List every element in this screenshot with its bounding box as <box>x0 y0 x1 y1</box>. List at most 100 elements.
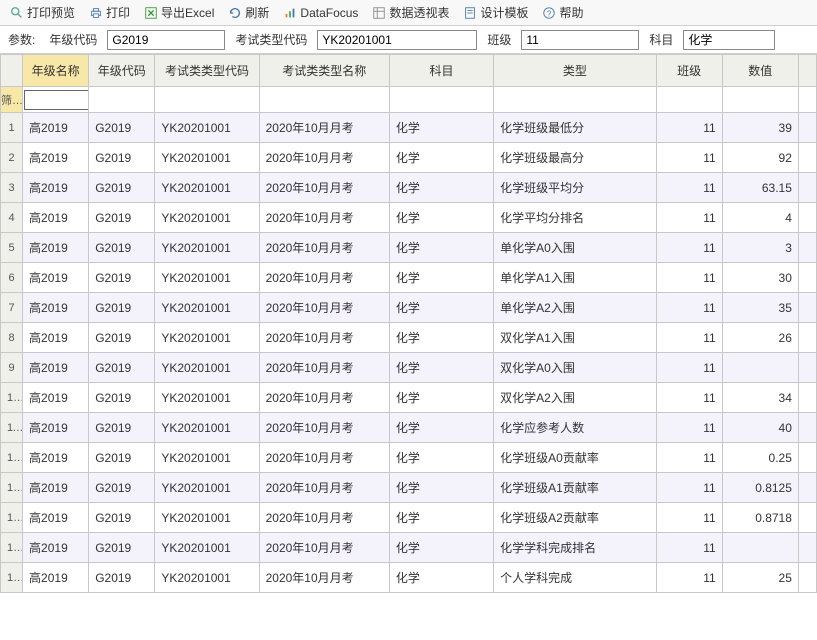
filter-grade-name-input[interactable] <box>24 90 89 110</box>
cell-grade-code[interactable]: G2019 <box>89 353 155 383</box>
cell-class[interactable]: 11 <box>656 113 722 143</box>
cell-grade-code[interactable]: G2019 <box>89 443 155 473</box>
cell-exam-type-name[interactable]: 2020年10月月考 <box>259 533 389 563</box>
cell-value[interactable]: 0.8718 <box>722 503 798 533</box>
filter-grade-code-cell[interactable] <box>89 87 155 113</box>
cell-grade-name[interactable]: 高2019 <box>23 563 89 593</box>
table-row[interactable]: 4高2019G2019YK202010012020年10月月考化学化学平均分排名… <box>1 203 817 233</box>
cell-exam-type-name[interactable]: 2020年10月月考 <box>259 353 389 383</box>
cell-exam-type-code[interactable]: YK20201001 <box>155 323 259 353</box>
cell-grade-name[interactable]: 高2019 <box>23 263 89 293</box>
table-row[interactable]: 13高2019G2019YK202010012020年10月月考化学化学班级A1… <box>1 473 817 503</box>
cell-exam-type-name[interactable]: 2020年10月月考 <box>259 293 389 323</box>
cell-grade-code[interactable]: G2019 <box>89 413 155 443</box>
cell-grade-code[interactable]: G2019 <box>89 293 155 323</box>
cell-class[interactable]: 11 <box>656 503 722 533</box>
cell-subject[interactable]: 化学 <box>389 173 493 203</box>
col-grade-code[interactable]: 年级代码 <box>89 55 155 87</box>
cell-class[interactable]: 11 <box>656 413 722 443</box>
cell-grade-name[interactable]: 高2019 <box>23 233 89 263</box>
table-row[interactable]: 6高2019G2019YK202010012020年10月月考化学单化学A1入围… <box>1 263 817 293</box>
cell-class[interactable]: 11 <box>656 383 722 413</box>
cell-subject[interactable]: 化学 <box>389 413 493 443</box>
cell-class[interactable]: 11 <box>656 173 722 203</box>
filter-exam-type-name-cell[interactable] <box>259 87 389 113</box>
table-row[interactable]: 14高2019G2019YK202010012020年10月月考化学化学班级A2… <box>1 503 817 533</box>
table-row[interactable]: 1高2019G2019YK202010012020年10月月考化学化学班级最低分… <box>1 113 817 143</box>
cell-subject[interactable]: 化学 <box>389 263 493 293</box>
cell-exam-type-code[interactable]: YK20201001 <box>155 563 259 593</box>
cell-grade-name[interactable]: 高2019 <box>23 383 89 413</box>
cell-value[interactable]: 26 <box>722 323 798 353</box>
cell-subject[interactable]: 化学 <box>389 233 493 263</box>
table-row[interactable]: 5高2019G2019YK202010012020年10月月考化学单化学A0入围… <box>1 233 817 263</box>
cell-subject[interactable]: 化学 <box>389 143 493 173</box>
table-row[interactable]: 9高2019G2019YK202010012020年10月月考化学双化学A0入围… <box>1 353 817 383</box>
cell-grade-code[interactable]: G2019 <box>89 173 155 203</box>
cell-class[interactable]: 11 <box>656 293 722 323</box>
cell-value[interactable]: 3 <box>722 233 798 263</box>
refresh-button[interactable]: 刷新 <box>222 2 275 23</box>
cell-type[interactable]: 化学平均分排名 <box>494 203 656 233</box>
cell-grade-code[interactable]: G2019 <box>89 203 155 233</box>
cell-value[interactable]: 0.8125 <box>722 473 798 503</box>
cell-grade-name[interactable]: 高2019 <box>23 293 89 323</box>
cell-value[interactable]: 39 <box>722 113 798 143</box>
cell-exam-type-code[interactable]: YK20201001 <box>155 383 259 413</box>
exam-type-code-input[interactable] <box>317 30 477 50</box>
cell-grade-code[interactable]: G2019 <box>89 563 155 593</box>
cell-subject[interactable]: 化学 <box>389 503 493 533</box>
cell-exam-type-name[interactable]: 2020年10月月考 <box>259 563 389 593</box>
filter-value-cell[interactable] <box>722 87 798 113</box>
cell-grade-code[interactable]: G2019 <box>89 263 155 293</box>
cell-type[interactable]: 化学班级A1贡献率 <box>494 473 656 503</box>
print-preview-button[interactable]: 打印预览 <box>4 2 81 23</box>
cell-exam-type-name[interactable]: 2020年10月月考 <box>259 233 389 263</box>
cell-exam-type-name[interactable]: 2020年10月月考 <box>259 473 389 503</box>
cell-value[interactable]: 35 <box>722 293 798 323</box>
cell-value[interactable]: 40 <box>722 413 798 443</box>
help-button[interactable]: ? 帮助 <box>536 2 589 23</box>
cell-grade-name[interactable]: 高2019 <box>23 413 89 443</box>
cell-value[interactable] <box>722 533 798 563</box>
table-row[interactable]: 16高2019G2019YK202010012020年10月月考化学个人学科完成… <box>1 563 817 593</box>
cell-value[interactable]: 25 <box>722 563 798 593</box>
cell-type[interactable]: 化学班级A0贡献率 <box>494 443 656 473</box>
cell-exam-type-code[interactable]: YK20201001 <box>155 413 259 443</box>
filter-exam-type-code-cell[interactable] <box>155 87 259 113</box>
cell-grade-code[interactable]: G2019 <box>89 533 155 563</box>
cell-type[interactable]: 化学学科完成排名 <box>494 533 656 563</box>
cell-subject[interactable]: 化学 <box>389 443 493 473</box>
cell-subject[interactable]: 化学 <box>389 203 493 233</box>
cell-exam-type-code[interactable]: YK20201001 <box>155 443 259 473</box>
cell-class[interactable]: 11 <box>656 443 722 473</box>
cell-type[interactable]: 个人学科完成 <box>494 563 656 593</box>
cell-class[interactable]: 11 <box>656 323 722 353</box>
design-template-button[interactable]: 设计模板 <box>457 2 534 23</box>
pivot-button[interactable]: 数据透视表 <box>366 2 455 23</box>
cell-exam-type-name[interactable]: 2020年10月月考 <box>259 323 389 353</box>
table-row[interactable]: 12高2019G2019YK202010012020年10月月考化学化学班级A0… <box>1 443 817 473</box>
cell-value[interactable] <box>722 353 798 383</box>
cell-grade-code[interactable]: G2019 <box>89 383 155 413</box>
cell-exam-type-name[interactable]: 2020年10月月考 <box>259 203 389 233</box>
cell-subject[interactable]: 化学 <box>389 323 493 353</box>
cell-grade-code[interactable]: G2019 <box>89 233 155 263</box>
cell-type[interactable]: 化学班级A2贡献率 <box>494 503 656 533</box>
cell-type[interactable]: 化学班级最高分 <box>494 143 656 173</box>
cell-exam-type-code[interactable]: YK20201001 <box>155 263 259 293</box>
filter-type-cell[interactable] <box>494 87 656 113</box>
cell-exam-type-name[interactable]: 2020年10月月考 <box>259 383 389 413</box>
cell-class[interactable]: 11 <box>656 143 722 173</box>
cell-grade-code[interactable]: G2019 <box>89 473 155 503</box>
table-row[interactable]: 7高2019G2019YK202010012020年10月月考化学单化学A2入围… <box>1 293 817 323</box>
cell-subject[interactable]: 化学 <box>389 563 493 593</box>
table-row[interactable]: 15高2019G2019YK202010012020年10月月考化学化学学科完成… <box>1 533 817 563</box>
cell-subject[interactable]: 化学 <box>389 473 493 503</box>
cell-exam-type-name[interactable]: 2020年10月月考 <box>259 173 389 203</box>
cell-subject[interactable]: 化学 <box>389 383 493 413</box>
datafocus-button[interactable]: DataFocus <box>277 4 364 22</box>
cell-grade-name[interactable]: 高2019 <box>23 173 89 203</box>
cell-type[interactable]: 双化学A0入围 <box>494 353 656 383</box>
filter-class-cell[interactable] <box>656 87 722 113</box>
